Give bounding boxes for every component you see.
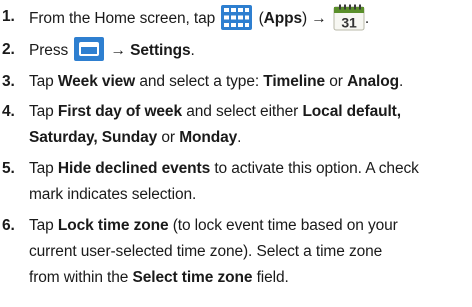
step-number: 1. [2,8,15,25]
step-text-line-1: Tap First day of week and select either … [29,103,401,120]
step-number: 3. [2,73,15,90]
menu-icon [74,37,105,61]
step-number: 5. [2,160,15,177]
step-text-line-2: mark indicates selection. [29,186,197,203]
step-text: From the Home screen, tap (Apps) → 31 . [29,4,369,32]
calendar-day: 31 [341,15,357,31]
step-number: 6. [2,217,15,234]
step-text-line-1: Tap Lock time zone (to lock event time b… [29,217,398,234]
step-text-line-2: Saturday, Sunday or Monday. [29,129,242,146]
step-text: Press → Settings. [29,37,195,64]
step-text: Tap Week view and select a type: Timelin… [29,73,404,90]
step-text-line-2: current user-selected time zone). Select… [29,243,383,260]
apps-grid-icon [221,5,253,30]
step-number: 4. [2,103,15,120]
step-text-line-1: Tap Hide declined events to activate thi… [29,160,419,177]
step-text-line-3: from within the Select time zone field. [29,269,289,286]
step-number: 2. [2,41,15,58]
calendar-icon: 31 [333,4,365,31]
